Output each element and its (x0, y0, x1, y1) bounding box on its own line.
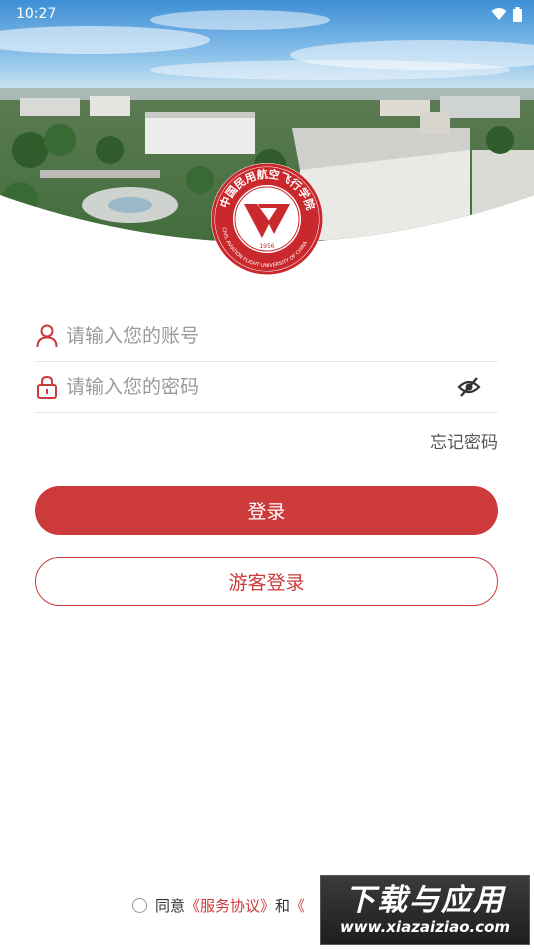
school-emblem-icon: 1956 中国民用航空飞行学院 CIVIL AVIATION FLIGHT UN… (211, 163, 323, 275)
school-logo: 1956 中国民用航空飞行学院 CIVIL AVIATION FLIGHT UN… (210, 162, 324, 276)
status-icons (491, 6, 522, 22)
service-agreement-link[interactable]: 《服务协议》 (185, 895, 275, 916)
account-field (35, 311, 498, 362)
watermark-logo: 下载与应用 www.xiazaiziao.com (320, 875, 530, 945)
password-input[interactable] (66, 367, 454, 407)
status-time: 10:27 (16, 6, 57, 22)
agreement-row: 同意 《服务协议》 和 《 (132, 893, 305, 917)
password-field (35, 362, 498, 413)
lock-icon (36, 375, 58, 399)
svg-text:1956: 1956 (259, 243, 274, 250)
user-icon (36, 324, 58, 348)
wifi-icon (491, 8, 507, 20)
battery-icon (513, 6, 522, 22)
guest-login-button[interactable]: 游客登录 (35, 557, 498, 606)
watermark-title: 下载与应用 (345, 883, 505, 918)
forgot-password-link[interactable]: 忘记密码 (430, 428, 498, 453)
privacy-policy-link[interactable]: 《 (290, 895, 305, 916)
agreement-prefix: 同意 (155, 896, 186, 915)
eye-off-icon[interactable] (454, 372, 484, 402)
login-button[interactable]: 登录 (35, 486, 498, 535)
agreement-conjunction: 和 (275, 896, 291, 915)
agree-radio[interactable] (132, 897, 147, 913)
account-input[interactable] (66, 316, 498, 356)
watermark-url: www.xiazaiziao.com (339, 918, 511, 936)
status-bar: 10:27 (0, 0, 534, 28)
